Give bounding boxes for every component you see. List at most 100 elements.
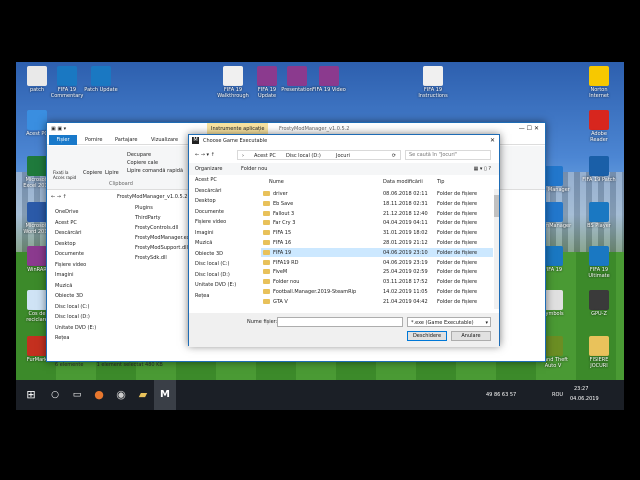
file-item[interactable]: Plugins: [135, 205, 153, 211]
dialog-titlebar[interactable]: M Choose Game Executable ✕: [189, 135, 499, 147]
table-row[interactable]: Folder nou 03.11.2018 17:52 Folder de fiși…: [261, 277, 493, 286]
table-row[interactable]: GTA V 21.04.2019 04:42 Folder de fișiere: [261, 297, 493, 306]
nav-item[interactable]: Rețea: [195, 293, 209, 299]
file-item[interactable]: FrostyModManager.exe: [135, 235, 193, 241]
refresh-icon[interactable]: ⟳: [392, 153, 396, 159]
tab-view[interactable]: Vizualizare: [151, 137, 178, 143]
filename-input[interactable]: [277, 317, 403, 327]
nav-item[interactable]: Disc local (D:): [55, 314, 90, 320]
nav-item[interactable]: Rețea: [55, 335, 69, 341]
nav-arrows[interactable]: ← → ↑: [51, 194, 67, 200]
desktop-icon[interactable]: FIFA 19 Update: [250, 66, 284, 99]
nav-item[interactable]: Imagini: [55, 272, 74, 278]
clock-time[interactable]: 23:27: [574, 386, 588, 392]
nav-item[interactable]: Documente: [55, 251, 84, 257]
nav-item[interactable]: Descărcări: [55, 230, 82, 236]
nav-item[interactable]: Documente: [195, 209, 224, 215]
explorer-address[interactable]: FrostyModManager_v1.0.5.2: [117, 194, 187, 200]
dialog-nav-arrows[interactable]: ← → ▾ ↑: [195, 152, 215, 158]
task-view-icon[interactable]: ▭: [66, 380, 88, 410]
column-date[interactable]: Data modificării: [383, 179, 423, 185]
app-icon[interactable]: ◉: [110, 380, 132, 410]
folder-icon[interactable]: ▰: [132, 380, 154, 410]
table-row[interactable]: FiveM 25.04.2019 02:59 Folder de fișiere: [261, 267, 493, 276]
paste-button[interactable]: Lipire: [105, 170, 119, 176]
breadcrumb-item[interactable]: Disc local (D:): [286, 153, 321, 159]
desktop-icon[interactable]: FIFA 19 Video: [312, 66, 346, 93]
table-row[interactable]: FIFA 15 31.01.2019 18:02 Folder de fișiere: [261, 228, 493, 237]
filter-select[interactable]: *.exe (Game Executable) ▾: [407, 317, 491, 327]
close-icon[interactable]: ✕: [490, 137, 495, 144]
table-row[interactable]: FIFA19 RD 04.06.2019 23:19 Folder de fișie…: [261, 258, 493, 267]
table-row[interactable]: Football.Manager.2019-SteamRip 14.02.2019…: [261, 287, 493, 296]
file-item[interactable]: FrostyControls.dll: [135, 225, 178, 231]
table-row[interactable]: Far Cry 3 04.04.2019 04:11 Folder de fișie…: [261, 218, 493, 227]
nav-item[interactable]: Descărcări: [195, 188, 222, 194]
desktop-icon[interactable]: Presentation: [280, 66, 314, 93]
table-row[interactable]: Fallout 3 21.12.2018 12:40 Folder de fișie…: [261, 209, 493, 218]
breadcrumb-item[interactable]: Acest PC: [254, 153, 276, 159]
language-indicator[interactable]: ROU: [552, 392, 563, 398]
desktop-icon[interactable]: FIFA 19 Walkthrough: [216, 66, 250, 99]
start-button[interactable]: ⊞: [20, 380, 42, 410]
nav-item[interactable]: Acest PC: [195, 177, 217, 183]
desktop-icon[interactable]: FISIERE JOCURI: [582, 336, 616, 369]
new-folder-button[interactable]: Folder nou: [241, 166, 267, 172]
nav-item[interactable]: Acest PC: [55, 220, 77, 226]
nav-item[interactable]: Unitate DVD (E:): [55, 325, 96, 331]
clock-date[interactable]: 04.06.2019: [570, 396, 599, 402]
copy-path-button[interactable]: Copiere cale: [127, 160, 158, 166]
desktop-icon[interactable]: FIFA 19 Patch: [582, 156, 616, 183]
view-options-icon[interactable]: ▦ ▾ ▯ ?: [474, 166, 491, 172]
quick-access-icons[interactable]: ▣ ▣ ▾: [51, 126, 66, 132]
desktop-icon[interactable]: Adobe Reader: [582, 110, 616, 143]
cancel-button[interactable]: Anulare: [451, 331, 491, 341]
file-item[interactable]: FrostySdk.dll: [135, 255, 167, 261]
table-row[interactable]: FIFA 16 28.01.2019 21:12 Folder de fișiere: [261, 238, 493, 247]
nav-item[interactable]: Obiecte 3D: [195, 251, 223, 257]
desktop-icon[interactable]: Patch Update: [84, 66, 118, 93]
file-item[interactable]: FrostyModSupport.dll: [135, 245, 188, 251]
desktop-icon[interactable]: BS Player: [582, 202, 616, 229]
nav-item[interactable]: Unitate DVD (E:): [195, 282, 236, 288]
copy-button[interactable]: Copiere: [83, 170, 102, 176]
desktop-icon[interactable]: Norton Internet: [582, 66, 616, 99]
nav-item[interactable]: Imagini: [195, 230, 214, 236]
window-controls[interactable]: — ☐ ✕: [519, 125, 539, 132]
tab-home[interactable]: Pornire: [85, 137, 102, 143]
nav-item[interactable]: Muzică: [195, 240, 212, 246]
nav-item[interactable]: Disc local (C:): [195, 261, 230, 267]
desktop-icon[interactable]: FIFA 19 Instructions: [416, 66, 450, 99]
open-button[interactable]: Deschidere: [407, 331, 447, 341]
desktop-icon[interactable]: GPU-Z: [582, 290, 616, 317]
nav-item[interactable]: Disc local (D:): [195, 272, 230, 278]
pin-quick-access-button[interactable]: Fixați la Acces rapid: [53, 170, 77, 180]
column-type[interactable]: Tip: [437, 179, 444, 185]
breadcrumb-item[interactable]: Jocuri: [336, 153, 350, 159]
paste-shortcut-button[interactable]: Lipire comandă rapidă: [127, 168, 183, 174]
desktop-icon[interactable]: FIFA 19 Commentary: [50, 66, 84, 99]
nav-item[interactable]: Muzică: [55, 283, 72, 289]
nav-item[interactable]: Obiecte 3D: [55, 293, 83, 299]
nav-item[interactable]: Fișiere video: [195, 219, 226, 225]
table-row[interactable]: Eb Save 18.11.2018 02:31 Folder de fișiere: [261, 199, 493, 208]
dialog-scrollbar[interactable]: [494, 189, 499, 309]
nav-item[interactable]: Desktop: [195, 198, 216, 204]
dialog-breadcrumb[interactable]: › Acest PC Disc local (D:) Jocuri ⟳: [237, 150, 401, 160]
table-row[interactable]: driver 08.06.2018 02:11 Folder de fișiere: [261, 189, 493, 198]
nav-item[interactable]: OneDrive: [55, 209, 79, 215]
file-item[interactable]: ThirdParty: [135, 215, 161, 221]
dialog-search-input[interactable]: [405, 150, 491, 160]
table-row[interactable]: FIFA 19 04.06.2019 23:10 Folder de fișiere: [261, 247, 493, 257]
scrollbar-thumb[interactable]: [494, 195, 499, 217]
nav-item[interactable]: Desktop: [55, 241, 76, 247]
search-icon[interactable]: ○: [44, 380, 66, 410]
nav-item[interactable]: Fișiere video: [55, 262, 86, 268]
organize-button[interactable]: Organizare: [195, 166, 222, 172]
firefox-icon[interactable]: ●: [88, 380, 110, 410]
desktop-icon[interactable]: patch: [20, 66, 54, 93]
desktop-icon[interactable]: FIFA 19 Ultimate: [582, 246, 616, 279]
cut-button[interactable]: Decupare: [127, 152, 151, 158]
tab-file[interactable]: Fișier: [49, 135, 77, 145]
column-name[interactable]: Nume: [269, 179, 284, 185]
